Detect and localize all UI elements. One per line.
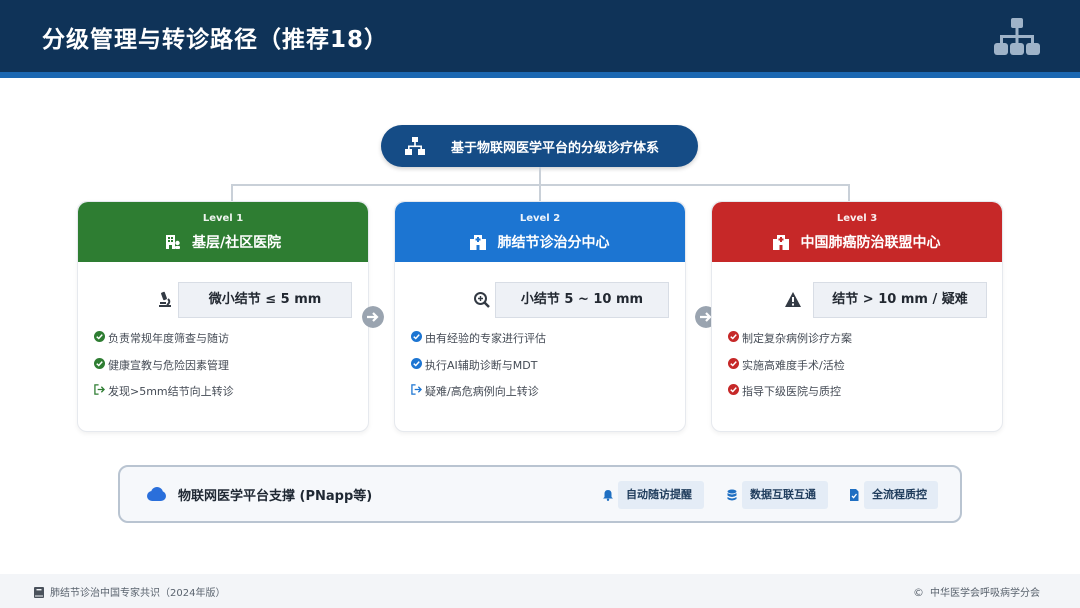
level-2-tag: Level 2 xyxy=(519,213,561,224)
hospital-icon xyxy=(470,235,487,250)
feature-tag-quality-control: 全流程质控 xyxy=(850,481,938,509)
item-text: 实施高难度手术/活检 xyxy=(742,358,845,372)
platform-label: 物联网医学平台支撑 (PNapp等) xyxy=(178,489,373,504)
level-3-items: 制定复杂病例诊疗方案 实施高难度手术/活检 指导下级医院与质控 xyxy=(728,331,852,411)
check-circle-icon xyxy=(94,357,105,369)
footer-source: 肺结节诊治中国专家共识（2024年版） xyxy=(34,584,225,599)
item-text: 疑难/高危病例向上转诊 xyxy=(425,385,539,398)
level-3-card: Level 3 中国肺癌防治联盟中心 结节 > 10 mm / 疑难 制定复杂病… xyxy=(711,201,1003,432)
level-2-criteria: 小结节 5 ~ 10 mm xyxy=(495,282,669,318)
file-check-icon xyxy=(850,489,859,501)
database-icon xyxy=(727,489,737,501)
list-item: 负责常规年度筛查与随访 xyxy=(94,331,234,358)
item-text: 负责常规年度筛查与随访 xyxy=(108,332,229,345)
item-text: 发现>5mm结节向上转诊 xyxy=(108,385,234,398)
list-item: 实施高难度手术/活检 xyxy=(728,357,852,385)
level-1-header: Level 1 基层/社区医院 xyxy=(78,202,368,262)
platform-support-bar: 物联网医学平台支撑 (PNapp等) 自动随访提醒 数据互联互通 全流程质控 xyxy=(118,465,962,523)
level-1-criteria: 微小结节 ≤ 5 mm xyxy=(178,282,352,318)
footer-left-text: 肺结节诊治中国专家共识（2024年版） xyxy=(50,588,226,599)
feature-label: 自动随访提醒 xyxy=(626,488,692,501)
feature-label: 全流程质控 xyxy=(872,488,927,501)
connector-root-stem xyxy=(539,167,541,185)
copyright-icon: © xyxy=(913,586,924,599)
cloud-icon xyxy=(147,487,166,501)
slide-header: 分级管理与转诊路径（推荐18） xyxy=(0,0,1080,78)
item-text: 制定复杂病例诊疗方案 xyxy=(742,332,852,345)
level-2-card: Level 2 肺结节诊治分中心 小结节 5 ~ 10 mm 由有经验的专家进行… xyxy=(394,201,686,432)
check-circle-icon xyxy=(728,331,739,342)
item-text: 指导下级医院与质控 xyxy=(742,385,841,398)
bell-icon xyxy=(603,490,613,501)
level-1-title: 基层/社区医院 xyxy=(191,235,282,251)
book-icon xyxy=(34,587,44,598)
warning-icon xyxy=(785,292,801,307)
level-1-card: Level 1 基层/社区医院 微小结节 ≤ 5 mm 负责常规年度筛查与随访 xyxy=(77,201,369,432)
level-2-items: 由有经验的专家进行评估 执行AI辅助诊断与MDT 疑难/高危病例向上转诊 xyxy=(411,331,546,411)
connector-level-1 xyxy=(231,184,233,202)
hierarchy-icon xyxy=(405,137,425,155)
level-3-criteria: 结节 > 10 mm / 疑难 xyxy=(813,282,987,318)
item-text: 执行AI辅助诊断与MDT xyxy=(425,358,538,372)
item-text: 由有经验的专家进行评估 xyxy=(425,332,546,345)
list-item: 疑难/高危病例向上转诊 xyxy=(411,384,546,411)
level-2-header: Level 2 肺结节诊治分中心 xyxy=(395,202,685,262)
connector-level-3 xyxy=(848,184,850,202)
referral-arrow-icon xyxy=(411,384,422,395)
item-text: 健康宣教与危险因素管理 xyxy=(108,358,229,372)
check-circle-icon xyxy=(728,357,739,369)
level-3-header: Level 3 中国肺癌防治联盟中心 xyxy=(712,202,1002,262)
magnifier-icon xyxy=(474,292,490,308)
feature-tag-data-interop: 数据互联互通 xyxy=(727,481,828,509)
list-item: 指导下级医院与质控 xyxy=(728,384,852,411)
list-item: 制定复杂病例诊疗方案 xyxy=(728,331,852,358)
list-item: 执行AI辅助诊断与MDT xyxy=(411,357,546,385)
level-1-items: 负责常规年度筛查与随访 健康宣教与危险因素管理 发现>5mm结节向上转诊 xyxy=(94,331,234,411)
root-label: 基于物联网医学平台的分级诊疗体系 xyxy=(451,141,660,156)
clinic-icon xyxy=(165,235,180,249)
check-circle-icon xyxy=(411,357,422,369)
sitemap-icon xyxy=(994,18,1040,55)
level-2-title: 肺结节诊治分中心 xyxy=(497,235,610,251)
footer-credit: © 中华医学会呼吸病学分会 xyxy=(913,584,1040,599)
check-circle-icon xyxy=(411,331,422,342)
feature-label: 数据互联互通 xyxy=(750,488,816,501)
microscope-icon xyxy=(159,291,171,307)
list-item: 健康宣教与危险因素管理 xyxy=(94,357,234,385)
check-circle-icon xyxy=(94,331,105,342)
list-item: 由有经验的专家进行评估 xyxy=(411,331,546,358)
hospital-icon xyxy=(773,235,790,250)
arrow-right-icon xyxy=(362,306,384,328)
slide-footer: 肺结节诊治中国专家共识（2024年版） © 中华医学会呼吸病学分会 xyxy=(0,574,1080,608)
connector-level-2 xyxy=(539,184,541,202)
level-1-tag: Level 1 xyxy=(202,213,244,224)
level-3-title: 中国肺癌防治联盟中心 xyxy=(800,235,941,251)
level-3-tag: Level 3 xyxy=(836,213,878,224)
check-circle-icon xyxy=(728,384,739,395)
root-node: 基于物联网医学平台的分级诊疗体系 xyxy=(381,125,698,167)
feature-tag-auto-followup: 自动随访提醒 xyxy=(603,481,704,509)
referral-arrow-icon xyxy=(94,384,105,395)
footer-right-text: 中华医学会呼吸病学分会 xyxy=(930,588,1040,599)
list-item: 发现>5mm结节向上转诊 xyxy=(94,384,234,411)
page-title: 分级管理与转诊路径（推荐18） xyxy=(42,27,389,53)
